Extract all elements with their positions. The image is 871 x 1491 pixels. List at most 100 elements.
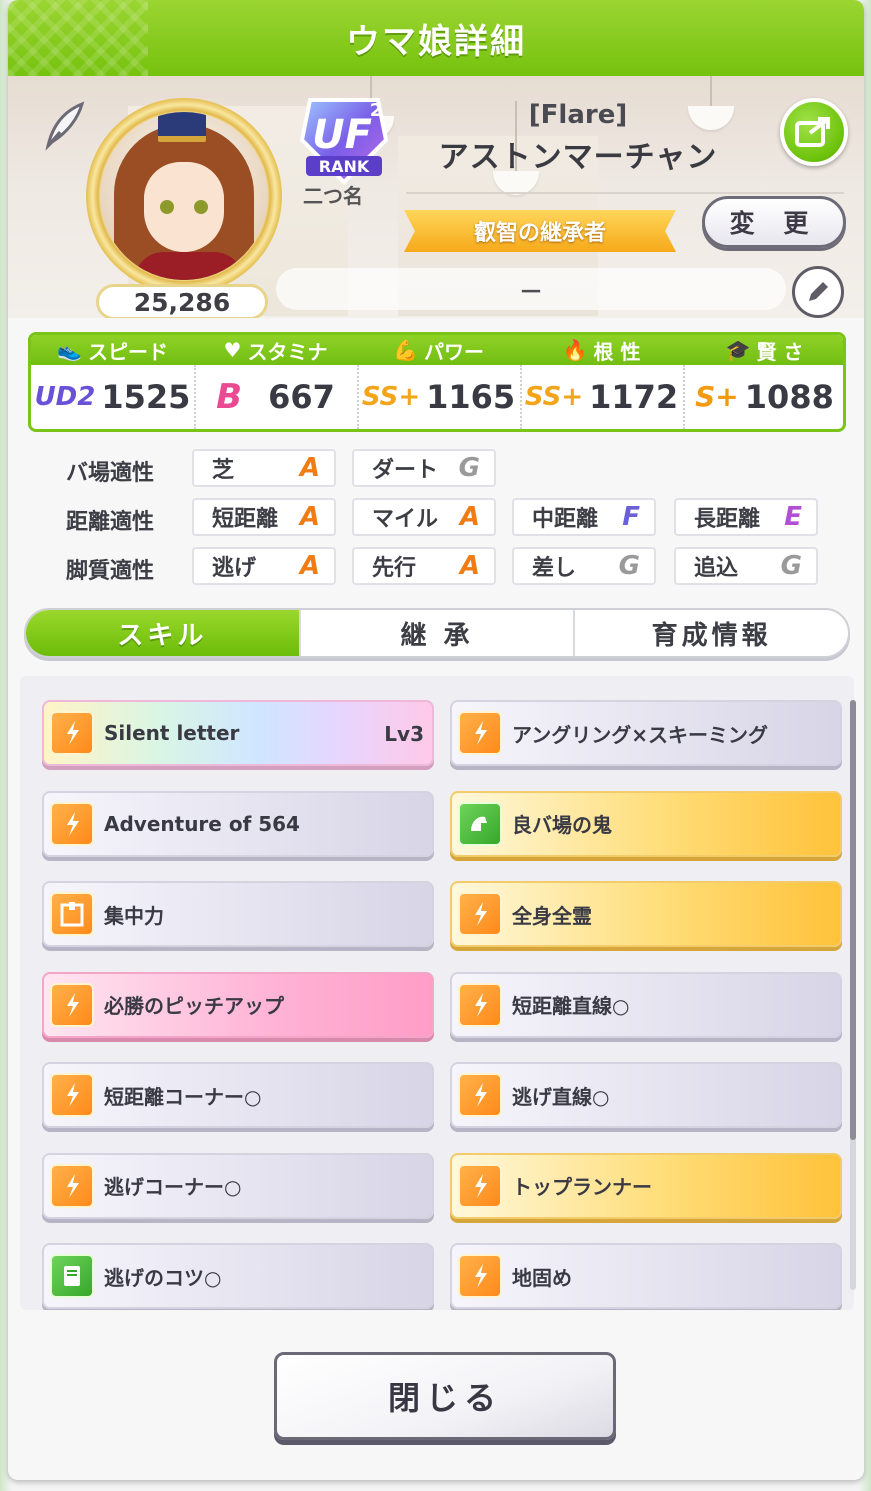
svg-text:2: 2 [370, 100, 383, 121]
stat-value: 1525 [101, 378, 191, 416]
skill-name: 地固め [512, 1265, 572, 1290]
skill-name: アングリング×スキーミング [512, 722, 768, 747]
skill-card[interactable]: 全身全霊 [450, 881, 842, 947]
aptitude-grade: A [459, 502, 480, 532]
style-aptitude-label: 脚質適性 [66, 559, 155, 584]
stat-grade: SS+ [524, 382, 584, 412]
skill-name: 必勝のピッチアップ [104, 994, 284, 1018]
tab-inheritance[interactable]: 継 承 [298, 610, 574, 656]
skill-name: 良バ場の鬼 [512, 813, 612, 837]
aptitude-grade: G [780, 551, 802, 581]
detail-tabs: スキル 継 承 育成情報 [24, 608, 850, 658]
aptitude-name: ダート [372, 458, 439, 483]
dialog-title: ウマ娘詳細 [346, 21, 526, 62]
skill-name: 集中力 [104, 903, 164, 928]
tab-skills[interactable]: スキル [26, 610, 299, 656]
skill-name: 短距離直線○ [512, 994, 630, 1018]
stat-grade: S+ [695, 380, 739, 413]
skill-card[interactable]: 逃げのコツ○ [42, 1243, 434, 1309]
aptitude-name: 短距離 [212, 507, 279, 532]
rank-label: 二つ名 [303, 184, 363, 208]
skill-card[interactable]: Silent letter Lv3 [42, 700, 434, 766]
stat-value: 1165 [426, 378, 516, 416]
aptitude-short: 短距離 A [192, 498, 336, 536]
stat-value: 1088 [744, 378, 834, 416]
skill-card[interactable]: 短距離コーナー○ [42, 1062, 434, 1128]
skill-card[interactable]: 逃げコーナー○ [42, 1152, 434, 1219]
edit-button[interactable] [792, 266, 844, 318]
skill-name: トップランナー [512, 1175, 652, 1199]
stat-value: 1172 [589, 378, 679, 416]
skill-name: 逃げ直線○ [512, 1084, 610, 1109]
aptitude-name: マイル [372, 507, 439, 532]
speed-icon [458, 711, 502, 755]
pencil-icon [809, 282, 828, 301]
aptitude-name: 差し [532, 556, 577, 581]
power-icon [458, 801, 502, 846]
epithet-ribbon: 叡智の継承者 [404, 210, 676, 252]
stat-grade: B [216, 377, 243, 417]
stats-panel: 👟 スピード UD2 1525 ♥ スタミナ B 667 💪 パワー SS+ 1165 🔥 根… [28, 332, 846, 432]
feather-icon[interactable] [38, 98, 90, 152]
speed-icon [458, 1254, 502, 1298]
speed-icon [50, 1073, 94, 1117]
skill-level: Lv3 [384, 722, 424, 746]
outfit-name: [Flare] [528, 100, 628, 130]
trainer-comment: － [276, 268, 786, 310]
skill-card[interactable]: 良バ場の鬼 [450, 790, 842, 857]
speed-icon [458, 982, 502, 1027]
aptitude-dirt: ダート G [352, 449, 496, 487]
aptitude-name: 逃げ [212, 556, 257, 581]
close-button[interactable]: 閉じる [274, 1352, 616, 1440]
aptitude-grade: A [299, 502, 320, 532]
fan-count: 25,286 [96, 284, 268, 318]
aptitude-name: 芝 [212, 458, 235, 483]
speed-icon [458, 892, 502, 936]
stat-grade: UD2 [34, 382, 96, 412]
speed-icon [50, 1163, 94, 1208]
character-portrait[interactable] [100, 112, 268, 280]
distance-aptitude-label: 距離適性 [66, 510, 155, 535]
stat-label: 根 性 [593, 339, 641, 364]
stat-label: スピード [87, 339, 168, 364]
skill-name: 逃げのコツ○ [104, 1265, 222, 1290]
speed-icon [50, 711, 94, 755]
tab-training-info[interactable]: 育成情報 [573, 610, 848, 656]
aptitude-turf: 芝 A [192, 449, 336, 487]
skill-card[interactable]: アングリング×スキーミング [450, 700, 842, 766]
skill-name: Adventure of 564 [104, 811, 300, 836]
aptitude-grade: A [299, 453, 320, 483]
aptitude-runner: 逃げ A [192, 547, 336, 585]
change-epithet-button[interactable]: 変 更 [702, 196, 846, 248]
aptitude-betweener: 差し G [512, 547, 656, 585]
skill-card[interactable]: Adventure of 564 [42, 790, 434, 857]
aptitude-grade: F [622, 502, 640, 532]
track-aptitude-label: バ場適性 [66, 461, 155, 486]
aptitude-long: 長距離 E [674, 498, 818, 536]
skill-name: Silent letter [104, 721, 240, 745]
skill-card[interactable]: 集中力 [42, 881, 434, 947]
stat-label: スタミナ [247, 339, 328, 364]
aptitude-mile: マイル A [352, 498, 496, 536]
title-pattern [8, 0, 148, 76]
stat-wisdom: 🎓 賢 さ S+ 1088 [683, 335, 843, 429]
share-button[interactable] [780, 98, 848, 166]
profile-header: 25,286 UF 2 RANK 二つ名 [Flare] アストンマーチャン 叡… [8, 76, 864, 318]
skill-name: 逃げコーナー○ [104, 1175, 242, 1199]
scrollbar-thumb[interactable] [850, 700, 856, 1140]
skill-card[interactable]: 逃げ直線○ [450, 1062, 842, 1128]
speed-icon [50, 982, 94, 1027]
skill-card[interactable]: 必勝のピッチアップ [42, 971, 434, 1038]
skill-name: 全身全霊 [512, 903, 592, 928]
skill-card[interactable]: 短距離直線○ [450, 971, 842, 1038]
skill-list[interactable]: Silent letter Lv3 アングリング×スキーミング Adventure o… [20, 676, 854, 1310]
skill-card[interactable]: トップランナー [450, 1152, 842, 1219]
aptitude-grade: E [784, 502, 802, 532]
ceiling-lamp [688, 76, 734, 130]
character-name: アストンマーチャン [438, 140, 718, 175]
skill-card[interactable]: 地固め [450, 1243, 842, 1309]
aptitude-grade: A [459, 551, 480, 581]
arm-icon: 💪 [393, 338, 418, 362]
stat-power: 💪 パワー SS+ 1165 [357, 335, 520, 429]
aptitude-name: 長距離 [694, 507, 761, 532]
